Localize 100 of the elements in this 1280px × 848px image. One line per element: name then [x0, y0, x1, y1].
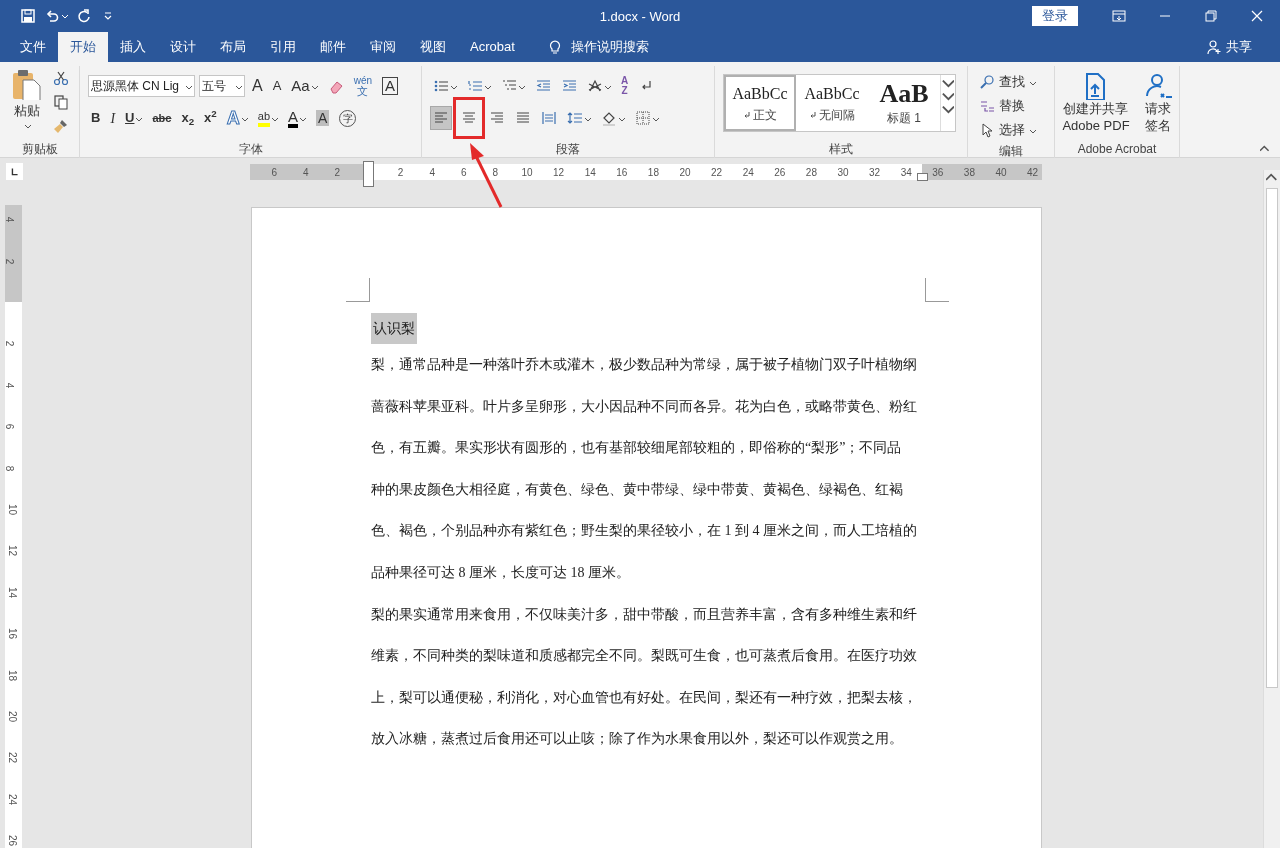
vertical-scrollbar[interactable]	[1263, 170, 1280, 848]
ribbon-tab[interactable]: 引用	[258, 32, 308, 62]
body-text-line: 维素，不同种类的梨味道和质感都完全不同。梨既可生食，也可蒸煮后食用。在医疗功效	[371, 648, 917, 664]
indent-marker[interactable]	[363, 161, 374, 187]
find-button[interactable]: 查找	[976, 70, 1054, 94]
ruler-number: 22	[711, 166, 723, 180]
ruler-number: 4	[429, 166, 435, 180]
font-color-button[interactable]: A	[285, 106, 310, 130]
share-button[interactable]: 共享	[1194, 32, 1264, 62]
subscript-button[interactable]: x$_{2}$	[178, 106, 198, 130]
ruler-number: 42	[1027, 166, 1039, 180]
indent-marker[interactable]	[917, 173, 928, 181]
body-text-line: 放入冰糖，蒸煮过后食用还可以止咳；除了作为水果食用以外，梨还可以作观赏之用。	[371, 731, 903, 747]
crop-mark	[925, 278, 949, 302]
cursor-icon	[979, 122, 995, 138]
request-signature-button[interactable]: 请求 签名	[1140, 70, 1175, 138]
paste-button[interactable]: 粘贴	[8, 66, 46, 140]
ruler-number: 14	[584, 166, 596, 180]
ruler-number: 10	[6, 503, 20, 516]
underline-button[interactable]: U	[122, 106, 146, 130]
group-label: 剪贴板	[21, 142, 58, 156]
body-text-line: 品种果径可达 8 厘米，长度可达 18 厘米。	[371, 564, 630, 580]
ruler-number: 8	[492, 166, 499, 180]
ruler-number: 28	[805, 166, 817, 180]
ribbon-tab[interactable]: 插入	[108, 32, 158, 62]
group-label: Adobe Acrobat	[1077, 142, 1157, 156]
clipboard-icon	[11, 68, 43, 100]
ruler-number: 4	[3, 382, 17, 389]
window-title: 1.docx - Word	[599, 9, 681, 24]
strikethrough-button[interactable]: abc	[149, 106, 175, 130]
body-text-line: 上，梨可以通便秘，利消化，对心血管也有好处。在民间，梨还有一种疗效，把梨去核，	[371, 689, 917, 705]
character-shading-button[interactable]: A	[313, 106, 333, 130]
ribbon-tab[interactable]: 开始	[58, 32, 108, 62]
ruler-number: 2	[334, 166, 341, 180]
ruler-number: 34	[900, 166, 912, 180]
person-plus-icon	[1206, 39, 1222, 55]
grow-font-button[interactable]: A	[249, 74, 266, 98]
paint-bucket-icon	[601, 110, 617, 126]
style-item[interactable]: AaBbCc 正文	[724, 75, 796, 131]
align-right-icon	[489, 110, 505, 126]
ruler-number: 12	[6, 545, 20, 557]
ruler-number: 30	[837, 166, 849, 180]
font-size-field[interactable]: 五号	[199, 75, 245, 97]
group-label: 编辑	[999, 144, 1023, 158]
ribbon-tab[interactable]: 邮件	[308, 32, 358, 62]
ruler-number: 6	[461, 166, 467, 180]
crop-mark	[346, 278, 370, 302]
ribbon-tab[interactable]: 布局	[208, 32, 258, 62]
create-pdf-button[interactable]: 创建并共享 Adobe PDF	[1059, 70, 1133, 138]
ruler-number: 38	[963, 166, 975, 180]
group-label: 样式	[829, 142, 853, 156]
ruler-number: 10	[521, 166, 533, 180]
tab-selector[interactable]	[6, 163, 23, 180]
copy-icon	[53, 94, 69, 110]
sort-button[interactable]: A Z	[618, 74, 632, 98]
ribbon-tab[interactable]: 设计	[158, 32, 208, 62]
superscript-button[interactable]: x$^{2}$	[201, 106, 220, 130]
ruler-number: 6	[3, 423, 17, 430]
document-heading: 认识梨	[371, 313, 417, 344]
replace-button[interactable]: 替换	[976, 94, 1054, 118]
signature-icon	[1143, 72, 1172, 100]
asian-layout-icon	[587, 78, 603, 94]
align-left-icon	[433, 110, 449, 126]
ruler-number: 12	[553, 166, 565, 180]
annotation-arrow	[470, 143, 503, 208]
gallery-scroll[interactable]	[940, 75, 955, 131]
ribbon-tab[interactable]: 视图	[408, 32, 458, 62]
font-name-field[interactable]: 思源黑体 CN Lig	[88, 75, 195, 97]
ruler-number: 4	[303, 166, 309, 180]
ruler-number: 22	[6, 752, 20, 764]
italic-button[interactable]: I	[107, 106, 119, 130]
distributed-icon	[541, 110, 557, 126]
body-text-line: 梨，通常品种是一种落叶乔木或灌木，极少数品种为常绿，属于被子植物门双子叶植物纲	[371, 357, 917, 372]
ribbon-tab[interactable]: 审阅	[358, 32, 408, 62]
minimize-icon	[1160, 15, 1170, 17]
tell-me-search[interactable]: 操作说明搜索	[534, 32, 661, 62]
bulleted-list-icon	[433, 78, 449, 94]
align-left-button[interactable]	[430, 106, 452, 130]
ruler-number: 4	[3, 216, 17, 223]
select-button[interactable]: 选择	[976, 118, 1054, 142]
paintbrush-icon	[53, 118, 69, 134]
shrink-font-button[interactable]: A	[269, 74, 285, 98]
login-button[interactable]: 登录	[1032, 6, 1078, 26]
highlight-button[interactable]: ab	[254, 106, 281, 130]
undo-icon	[44, 8, 60, 24]
ribbon-tab[interactable]: Acrobat	[458, 32, 527, 62]
save-icon	[20, 8, 36, 24]
replace-icon	[979, 98, 995, 114]
ruler-number: 16	[616, 166, 628, 180]
bold-button[interactable]: B	[88, 106, 104, 130]
line-spacing-icon	[567, 110, 583, 126]
ruler-number: 18	[6, 669, 20, 681]
phonetic-guide-button[interactable]: wén 文	[350, 74, 376, 98]
change-case-button[interactable]: Aa	[288, 74, 321, 98]
close-icon	[1249, 8, 1265, 24]
caret-icon	[60, 12, 68, 20]
ribbon-tab[interactable]: 文件	[8, 32, 58, 62]
ruler-number: 24	[742, 166, 754, 180]
ruler-number: 24	[6, 793, 20, 805]
body-text-line: 梨的果实通常用来食用，不仅味美汁多，甜中带酸，而且营养丰富，含有多种维生素和纤	[371, 606, 917, 622]
